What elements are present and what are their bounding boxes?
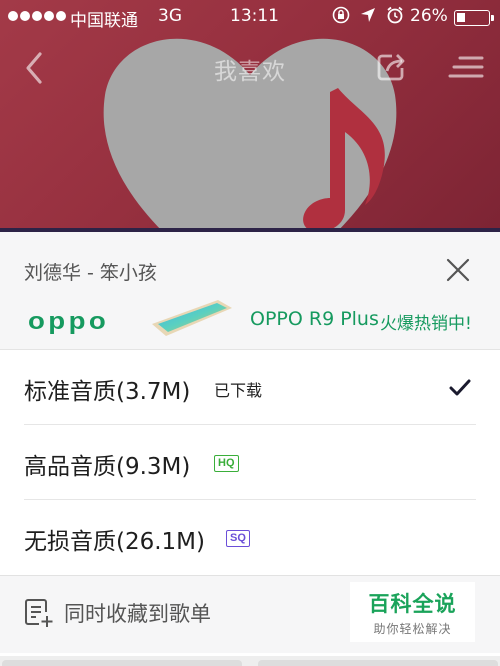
quality-list: 标准音质(3.7M) 已下载 高品音质(9.3M) HQ 无损音质(26.1M)…: [0, 350, 500, 575]
heart-music-art: [103, 38, 397, 232]
nav-bar: 我喜欢: [0, 40, 500, 94]
sheet-footer: 同时收藏到歌单 百科全说 助你轻松解决: [0, 575, 500, 653]
ad-slogan: 火爆热销中!: [380, 314, 472, 334]
sheet-header: 刘德华 - 笨小孩 oppo OPPO R9 Plus 火爆热销中!: [0, 232, 500, 350]
status-bar: 中国联通 3G 13:11 26%: [0, 0, 500, 34]
phone-image: [152, 300, 232, 336]
chevron-left-icon[interactable]: [18, 50, 54, 86]
song-title: 刘德华 - 笨小孩: [24, 262, 157, 284]
downloaded-status: 已下载: [214, 381, 263, 400]
signal-dots-icon: [8, 11, 66, 21]
ad-model: OPPO R9 Plus: [250, 308, 379, 330]
sq-badge: SQ: [226, 530, 250, 547]
add-to-playlist-icon: [25, 599, 53, 627]
quality-option-standard[interactable]: 标准音质(3.7M) 已下载: [24, 350, 476, 425]
clock: 13:11: [230, 6, 279, 26]
ad-banner[interactable]: oppo OPPO R9 Plus 火爆热销中!: [0, 292, 500, 350]
battery-level: [457, 13, 465, 22]
quality-label: 高品音质(9.3M): [24, 454, 191, 480]
alarm-clock-icon: [387, 6, 403, 24]
battery-percent: 26%: [410, 6, 448, 26]
menu-icon[interactable]: [448, 50, 484, 84]
location-arrow-icon: [361, 8, 375, 22]
quality-sheet: 刘德华 - 笨小孩 oppo OPPO R9 Plus 火爆热销中! 标准音质(…: [0, 232, 500, 666]
quality-option-lossless[interactable]: 无损音质(26.1M) SQ: [24, 500, 476, 575]
battery-icon: [454, 10, 494, 26]
album-art-background: 中国联通 3G 13:11 26% 我喜欢: [0, 0, 500, 232]
share-icon[interactable]: [374, 50, 408, 84]
collect-label: 同时收藏到歌单: [64, 602, 211, 626]
orientation-lock-icon: [332, 6, 350, 24]
watermark-subtitle: 助你轻松解决: [373, 622, 452, 636]
watermark-title: 百科全说: [368, 592, 457, 616]
ad-brand-logo: oppo: [28, 308, 110, 335]
bottom-strip: [0, 656, 500, 666]
quality-option-high[interactable]: 高品音质(9.3M) HQ: [24, 425, 476, 500]
bottom-tab-edge: [2, 660, 242, 666]
collect-to-playlist-button[interactable]: 同时收藏到歌单: [24, 596, 211, 630]
bottom-tab-edge: [258, 660, 498, 666]
quality-label: 无损音质(26.1M): [24, 529, 206, 555]
carrier-label: 中国联通: [70, 11, 138, 31]
network-label: 3G: [158, 6, 182, 26]
quality-label: 标准音质(3.7M): [24, 379, 191, 405]
watermark-logo: 百科全说 助你轻松解决: [350, 582, 475, 642]
checkmark-icon: [449, 379, 471, 396]
close-icon[interactable]: [444, 256, 472, 284]
page-title: 我喜欢: [214, 59, 286, 85]
hq-badge: HQ: [214, 455, 239, 472]
